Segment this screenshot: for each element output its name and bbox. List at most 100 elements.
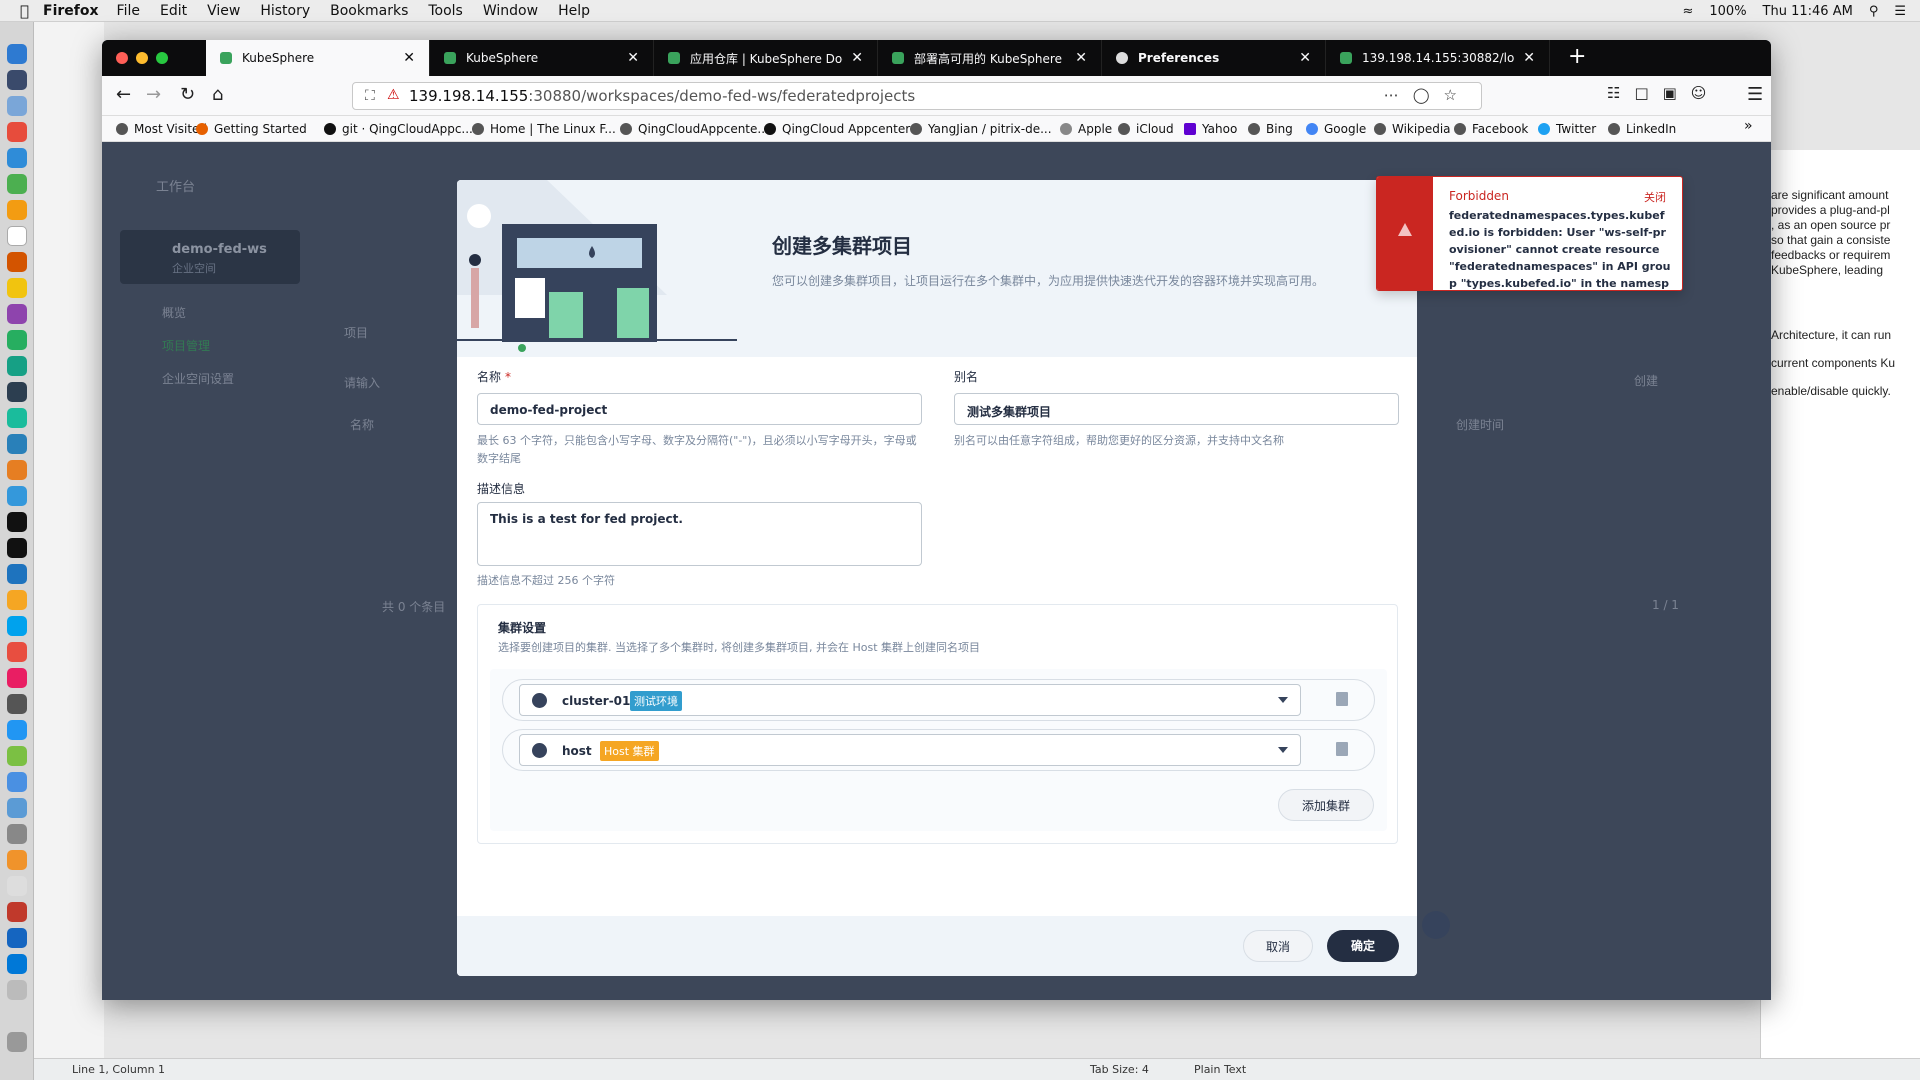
close-tab-icon[interactable]: ✕ [1523, 50, 1535, 66]
menu-window[interactable]: Window [483, 3, 538, 19]
bookmark-most-visited[interactable]: Most Visited [116, 122, 207, 136]
bookmark-qingcloud-appcenter-2[interactable]: QingCloud Appcenter [764, 122, 910, 136]
bookmark-linux-foundation[interactable]: Home | The Linux F... [472, 122, 616, 136]
dock-app-icon[interactable] [7, 304, 27, 324]
bookmark-google[interactable]: Google [1306, 122, 1366, 136]
clock[interactable]: Thu 11:46 AM [1763, 4, 1853, 19]
dock-app-icon[interactable] [7, 408, 27, 428]
dock-app-icon[interactable] [7, 330, 27, 350]
dock-app-icon[interactable] [7, 434, 27, 454]
shield-icon[interactable]: ⛶ [365, 88, 375, 104]
dock-app-icon[interactable] [7, 148, 27, 168]
dock-app-icon[interactable] [7, 798, 27, 818]
dock-app-icon[interactable] [7, 642, 27, 662]
dock-app-icon[interactable] [7, 928, 27, 948]
spotlight-icon[interactable]: ⚲ [1869, 4, 1879, 19]
dock-app-icon[interactable] [7, 954, 27, 974]
reload-icon[interactable]: ↻ [180, 84, 195, 105]
bookmark-bing[interactable]: Bing [1248, 122, 1293, 136]
tab-kubesphere-active[interactable]: KubeSphere ✕ [206, 40, 430, 76]
back-icon[interactable]: ← [116, 84, 131, 105]
battery-level[interactable]: 100% [1709, 4, 1746, 19]
dock-app-icon[interactable] [7, 876, 27, 896]
bookmark-qingcloud-appcenter-1[interactable]: QingCloudAppcente... [620, 122, 769, 136]
tab-preferences[interactable]: Preferences ✕ [1102, 40, 1326, 76]
dock-app-icon[interactable] [7, 772, 27, 792]
dock-app-icon[interactable] [7, 174, 27, 194]
cancel-button[interactable]: 取消 [1243, 930, 1313, 962]
minimize-window-button[interactable] [136, 52, 148, 64]
bookmark-icloud[interactable]: iCloud [1118, 122, 1174, 136]
hamburger-menu-icon[interactable]: ☰ [1747, 84, 1763, 105]
tab-kubesphere[interactable]: KubeSphere ✕ [430, 40, 654, 76]
cluster-select[interactable]: host Host 集群 [519, 734, 1301, 766]
dock-app-icon[interactable] [7, 616, 27, 636]
dock-app-icon[interactable] [7, 538, 27, 558]
menu-view[interactable]: View [207, 3, 240, 19]
bookmark-facebook[interactable]: Facebook [1454, 122, 1528, 136]
bookmark-apple[interactable]: Apple [1060, 122, 1112, 136]
close-tab-icon[interactable]: ✕ [627, 50, 639, 66]
dock-app-icon[interactable] [7, 200, 27, 220]
chevron-down-icon[interactable] [1278, 747, 1288, 753]
close-tab-icon[interactable]: ✕ [1075, 50, 1087, 66]
wifi-icon[interactable]: ≈ [1682, 4, 1693, 19]
dock-app-icon[interactable] [7, 356, 27, 376]
close-tab-icon[interactable]: ✕ [403, 50, 415, 66]
forward-icon[interactable]: → [146, 84, 161, 105]
trash-icon[interactable] [1336, 692, 1348, 706]
close-tab-icon[interactable]: ✕ [1299, 50, 1311, 66]
bookmark-wikipedia[interactable]: Wikipedia [1374, 122, 1451, 136]
tab-ha-kubesphere[interactable]: 部署高可用的 KubeSphere | Kub ✕ [878, 40, 1102, 76]
dock-app-icon[interactable] [7, 824, 27, 844]
chevron-down-icon[interactable] [1278, 697, 1288, 703]
tab-app-repo-docs[interactable]: 应用仓库 | KubeSphere Docume ✕ [654, 40, 878, 76]
dock-app-icon[interactable] [7, 44, 27, 64]
menu-file[interactable]: File [117, 3, 140, 19]
dock-app-icon[interactable] [7, 512, 27, 532]
dock-app-icon[interactable] [7, 694, 27, 714]
alias-input[interactable]: 测试多集群项目 [954, 393, 1399, 425]
tab-login[interactable]: 139.198.14.155:30882/login ✕ [1326, 40, 1550, 76]
close-window-button[interactable] [116, 52, 128, 64]
dock-app-icon[interactable] [7, 902, 27, 922]
name-input[interactable]: demo-fed-project [477, 393, 922, 425]
toolbox-icon[interactable] [1422, 911, 1450, 939]
menu-bookmarks[interactable]: Bookmarks [330, 3, 408, 19]
bookmark-git-qingcloud[interactable]: git · QingCloudAppc... [324, 122, 473, 136]
new-tab-icon[interactable]: + [1568, 44, 1586, 69]
dock-app-icon[interactable] [7, 720, 27, 740]
bookmark-twitter[interactable]: Twitter [1538, 122, 1596, 136]
dock-app-icon[interactable] [7, 850, 27, 870]
dock-app-icon[interactable] [7, 226, 27, 246]
menu-edit[interactable]: Edit [160, 3, 187, 19]
syntax-mode[interactable]: Plain Text [1194, 1063, 1246, 1076]
cluster-select[interactable]: cluster-01 测试环境 [519, 684, 1301, 716]
dock-app-icon[interactable] [7, 668, 27, 688]
trash-icon[interactable] [1336, 742, 1348, 756]
tab-size[interactable]: Tab Size: 4 [1090, 1063, 1149, 1076]
dock-app-icon[interactable] [7, 460, 27, 480]
bookmark-linkedin[interactable]: LinkedIn [1608, 122, 1676, 136]
page-actions-icon[interactable]: ⋯◯☆ [1384, 86, 1471, 104]
dock-app-icon[interactable] [7, 590, 27, 610]
add-cluster-button[interactable]: 添加集群 [1278, 789, 1374, 821]
insecure-lock-icon[interactable]: ⚠ [387, 87, 400, 103]
zoom-window-button[interactable] [156, 52, 168, 64]
close-tab-icon[interactable]: ✕ [851, 50, 863, 66]
toolbar-icons[interactable]: ☷□▣☺ [1607, 84, 1720, 102]
dock-app-icon[interactable] [7, 564, 27, 584]
dock-app-icon[interactable] [7, 980, 27, 1000]
menu-history[interactable]: History [260, 3, 310, 19]
menu-help[interactable]: Help [558, 3, 590, 19]
notification-center-icon[interactable]: ☰ [1894, 4, 1906, 19]
confirm-button[interactable]: 确定 [1327, 930, 1399, 962]
trash-dock-icon[interactable] [7, 1032, 27, 1052]
bookmark-getting-started[interactable]: Getting Started [196, 122, 307, 136]
dock-app-icon[interactable] [7, 746, 27, 766]
bookmark-yahoo[interactable]: Yahoo [1184, 122, 1237, 136]
dock-app-icon[interactable] [7, 252, 27, 272]
close-notification-button[interactable]: 关闭 [1644, 189, 1666, 205]
app-name[interactable]: Firefox [43, 3, 99, 19]
apple-icon[interactable]:  [20, 2, 29, 20]
